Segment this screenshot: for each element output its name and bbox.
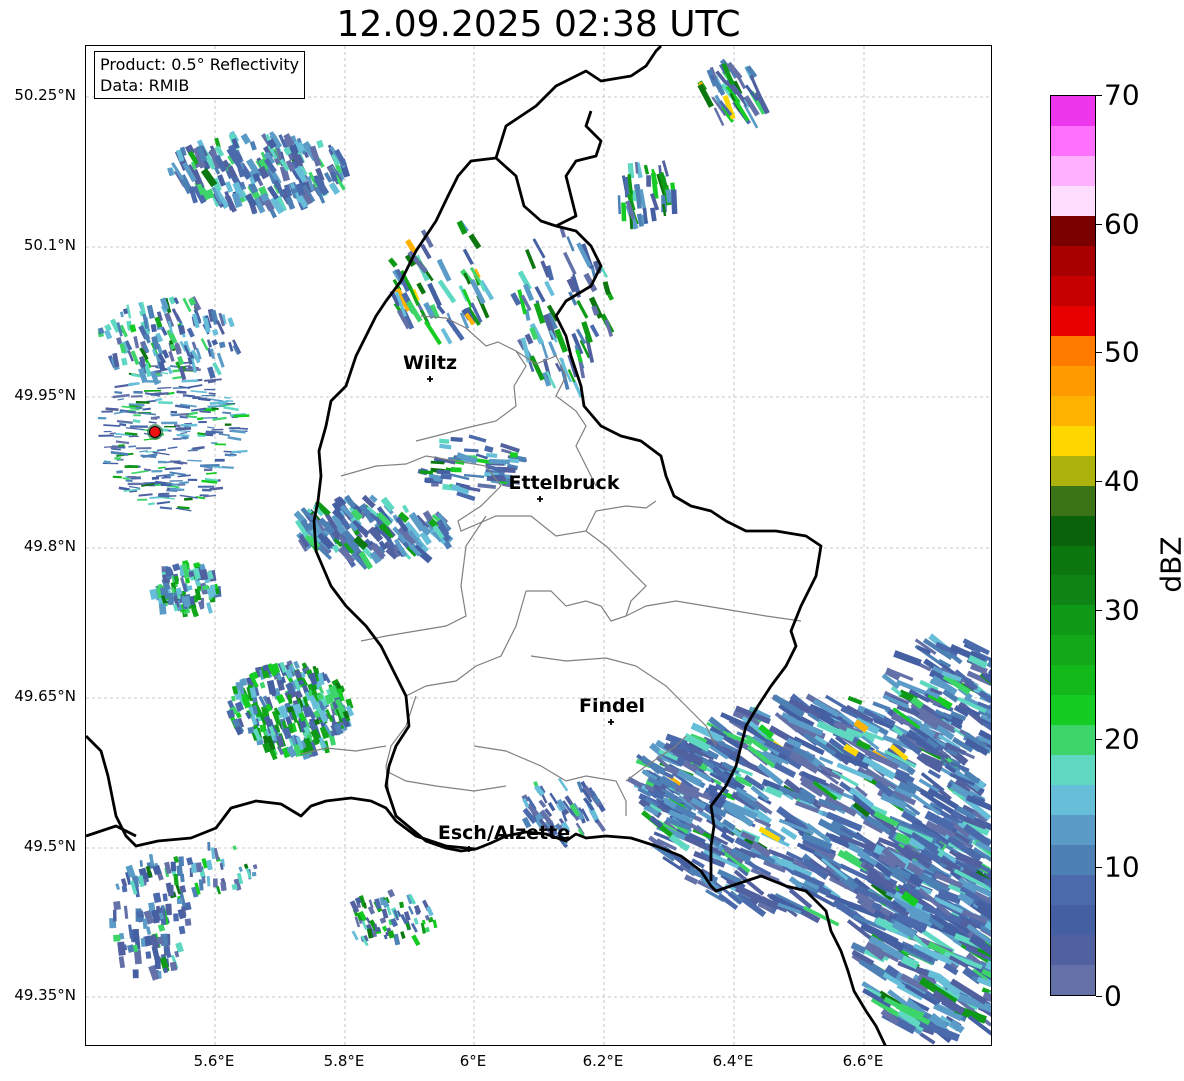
city-marker-icon (537, 496, 543, 502)
lat-label: 50.1°N (23, 236, 76, 254)
colorbar-label: dBZ (1154, 536, 1184, 593)
colorbar-segment (1051, 365, 1095, 396)
lat-label: 50.25°N (14, 86, 76, 104)
colorbar-tick-mark (1096, 95, 1102, 96)
lat-label: 49.8°N (23, 537, 76, 555)
lat-label: 49.65°N (14, 687, 76, 705)
colorbar-tick-label: 20 (1104, 722, 1140, 756)
colorbar-segment (1051, 335, 1095, 366)
map-canvas: Wiltz Ettelbruck Findel Esch/Alzette (86, 46, 991, 1045)
colorbar-segment (1051, 425, 1095, 456)
colorbar-segment (1051, 845, 1095, 876)
colorbar-tick-label: 30 (1104, 593, 1140, 627)
colorbar-segment (1051, 725, 1095, 756)
radar-site (147, 424, 163, 440)
colorbar-segment (1051, 275, 1095, 306)
data-source-text: Data: RMIB (100, 76, 190, 95)
city-label: Wiltz (403, 352, 457, 374)
colorbar-segment (1051, 395, 1095, 426)
colorbar-segment (1051, 125, 1095, 156)
lat-label: 49.35°N (14, 986, 76, 1004)
city-label: Ettelbruck (509, 472, 620, 494)
colorbar-segment (1051, 665, 1095, 696)
colorbar-tick-mark (1096, 223, 1102, 225)
lat-label: 49.95°N (14, 386, 76, 404)
lon-label: 6°E (459, 1052, 487, 1070)
colorbar-tick-mark (1096, 609, 1102, 611)
lon-label: 5.8°E (323, 1052, 365, 1070)
colorbar-tick-label: 40 (1104, 464, 1140, 498)
colorbar-segment (1051, 695, 1095, 726)
reflectivity-echoes (97, 58, 991, 1045)
colorbar-tick-label: 0 (1104, 979, 1122, 1013)
colorbar-tick-mark (1096, 996, 1102, 997)
colorbar-segment (1051, 95, 1095, 126)
colorbar (1050, 95, 1096, 996)
colorbar-segment (1051, 155, 1095, 186)
lon-label: 6.4°E (712, 1052, 754, 1070)
product-info-box: Product: 0.5° Reflectivity Data: RMIB (94, 51, 306, 99)
colorbar-segment (1051, 965, 1095, 995)
lon-label: 6.6°E (842, 1052, 884, 1070)
colorbar-tick-mark (1096, 738, 1102, 740)
colorbar-segment (1051, 515, 1095, 546)
city-marker-icon (427, 376, 433, 382)
product-text: Product: 0.5° Reflectivity (100, 55, 300, 74)
colorbar-segment (1051, 185, 1095, 216)
colorbar-segment (1051, 635, 1095, 666)
colorbar-segment (1051, 245, 1095, 276)
colorbar-tick-label: 60 (1104, 207, 1140, 241)
colorbar-segment (1051, 485, 1095, 516)
colorbar-segment (1051, 755, 1095, 786)
colorbar-tick-label: 70 (1104, 78, 1140, 112)
city-markers: Wiltz Ettelbruck Findel Esch/Alzette (403, 352, 645, 852)
colorbar-segment (1051, 215, 1095, 246)
colorbar-segment (1051, 605, 1095, 636)
colorbar-segment (1051, 305, 1095, 336)
map-title: 12.09.2025 02:38 UTC (336, 4, 741, 45)
city-marker-icon (608, 719, 614, 725)
colorbar-tick-mark (1096, 867, 1102, 869)
colorbar-segment (1051, 575, 1095, 606)
colorbar-tick-mark (1096, 481, 1102, 483)
colorbar-tick-label: 50 (1104, 335, 1140, 369)
lon-label: 6.2°E (582, 1052, 624, 1070)
colorbar-segment (1051, 875, 1095, 906)
city-label: Findel (579, 695, 645, 717)
colorbar-tick-mark (1096, 352, 1102, 354)
colorbar-tick-label: 10 (1104, 850, 1140, 884)
colorbar-segment (1051, 815, 1095, 846)
city-label: Esch/Alzette (438, 822, 570, 844)
radar-map[interactable]: Wiltz Ettelbruck Findel Esch/Alzette (85, 45, 992, 1046)
colorbar-segment (1051, 785, 1095, 816)
colorbar-segment (1051, 935, 1095, 966)
colorbar-segment (1051, 455, 1095, 486)
colorbar-segment (1051, 905, 1095, 936)
lat-label: 49.5°N (23, 837, 76, 855)
colorbar-segment (1051, 545, 1095, 576)
lon-label: 5.6°E (193, 1052, 235, 1070)
